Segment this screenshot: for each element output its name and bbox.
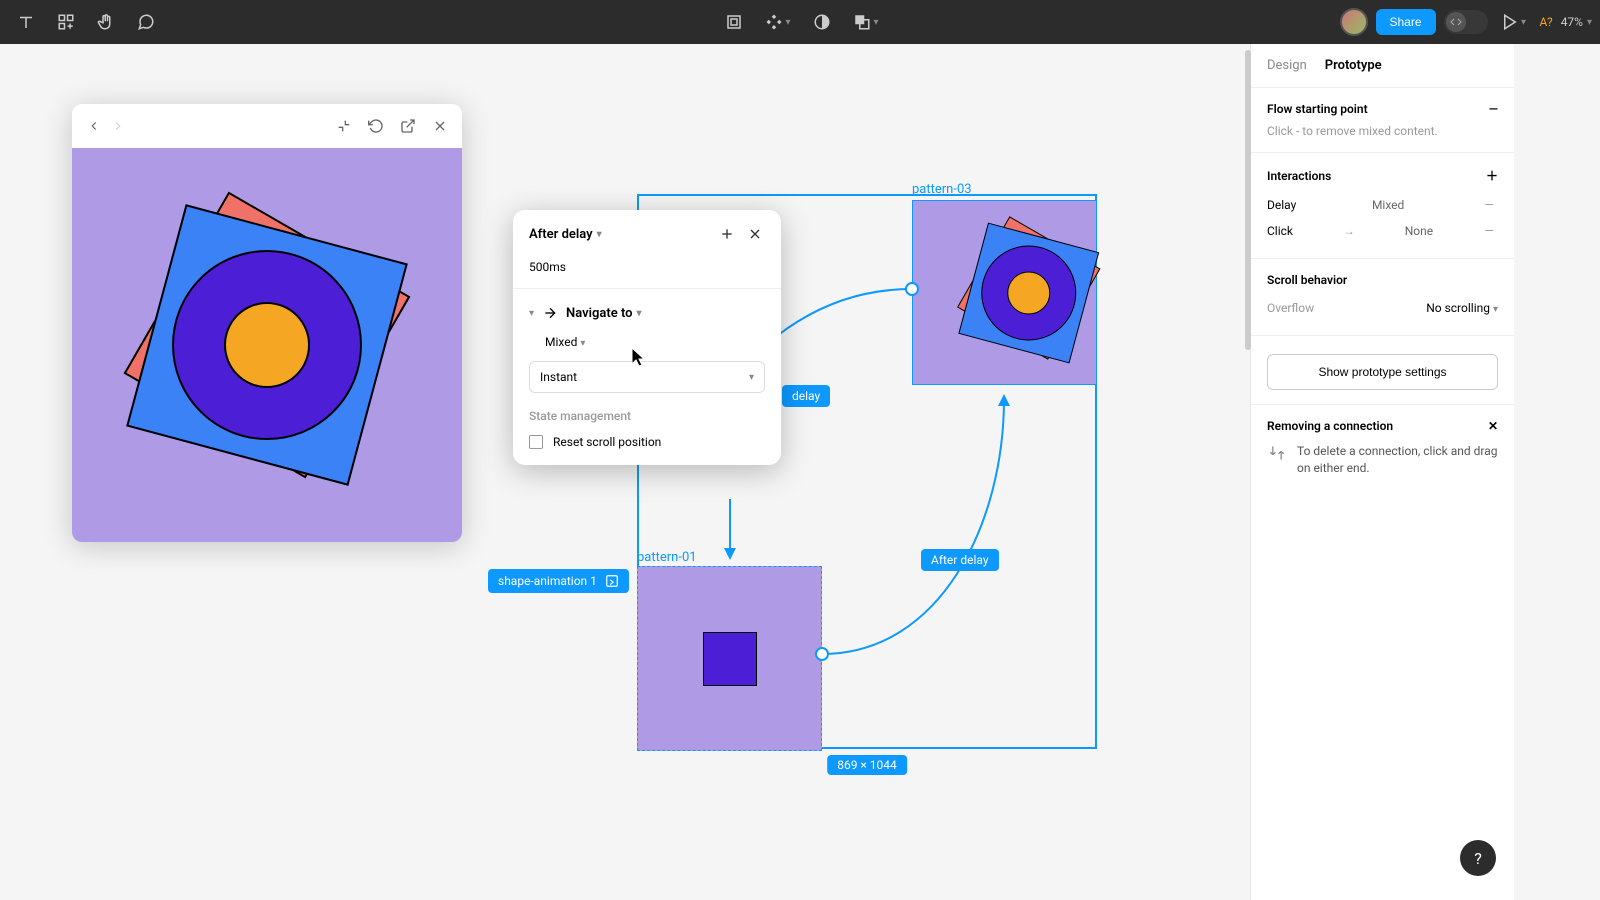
frame-label-pattern03[interactable]: pattern-03 — [912, 182, 972, 197]
popover-trigger-dropdown[interactable]: After delay▾ — [529, 227, 709, 242]
frame-pattern01[interactable] — [637, 566, 822, 751]
interaction-row-click[interactable]: Click → None — — [1267, 218, 1498, 244]
frame-pattern03[interactable] — [912, 200, 1097, 385]
resources-tool[interactable] — [48, 4, 84, 40]
overflow-dropdown[interactable]: No scrolling ▾ — [1426, 301, 1498, 315]
pattern01-square — [703, 632, 757, 686]
add-interaction-icon[interactable]: ＋ — [1486, 167, 1498, 184]
preview-close-icon[interactable] — [430, 116, 450, 136]
destination-dropdown[interactable]: Mixed ▾ — [513, 329, 781, 355]
navigate-icon — [542, 305, 558, 321]
preview-open-icon[interactable] — [398, 116, 418, 136]
interaction-details-popover: After delay▾ 500ms ▾ Navigate to▾ Mixed … — [513, 210, 781, 465]
scroll-behavior-header: Scroll behavior — [1267, 273, 1347, 287]
action-dropdown[interactable]: Navigate to▾ — [566, 306, 642, 321]
tip-title: Removing a connection — [1267, 419, 1393, 433]
flow-header: Flow starting point — [1267, 102, 1368, 116]
reset-scroll-checkbox[interactable] — [529, 435, 543, 449]
tip-text: To delete a connection, click and drag o… — [1297, 443, 1498, 477]
zoom-control[interactable]: 47%▾ — [1561, 15, 1592, 29]
frame-tool[interactable] — [716, 4, 752, 40]
component-tool[interactable]: ▾ — [760, 4, 796, 40]
remove-flow-icon[interactable]: — — [1489, 102, 1498, 116]
flow-hint: Click - to remove mixed content. — [1267, 124, 1498, 138]
user-avatar[interactable] — [1340, 8, 1368, 36]
comment-tool[interactable] — [128, 4, 164, 40]
animation-dropdown[interactable]: Instant ▾ — [529, 361, 765, 393]
delay-value-input[interactable]: 500ms — [513, 254, 781, 280]
panel-scrollbar[interactable] — [1245, 50, 1251, 350]
top-toolbar: ▾ ▾ Share ▾ A? 47%▾ — [0, 0, 1600, 44]
devmode-toggle[interactable] — [1444, 10, 1488, 34]
pattern03-artwork — [959, 223, 1051, 363]
tip-gesture-icon — [1267, 443, 1287, 463]
tip-close-icon[interactable]: ✕ — [1488, 419, 1498, 433]
interactions-header: Interactions — [1267, 169, 1331, 183]
text-tool[interactable] — [8, 4, 44, 40]
missing-fonts-badge[interactable]: A? — [1540, 15, 1553, 29]
connection-label-delay[interactable]: delay — [782, 385, 830, 407]
hand-tool[interactable] — [88, 4, 124, 40]
properties-panel: Design Prototype Flow starting point — C… — [1250, 44, 1514, 900]
frame-label-pattern01[interactable]: pattern-01 — [637, 550, 697, 565]
selection-dimensions: 869 × 1044 — [827, 755, 907, 775]
preview-restart-icon[interactable] — [366, 116, 386, 136]
boolean-tool[interactable]: ▾ — [848, 4, 884, 40]
help-button[interactable]: ? — [1460, 840, 1496, 876]
preview-artwork — [127, 205, 407, 485]
connection-label-after-delay[interactable]: After delay — [921, 549, 999, 571]
collapse-icon[interactable]: ▾ — [529, 308, 534, 319]
popover-add-icon[interactable] — [717, 224, 737, 244]
state-management-header: State management — [513, 399, 781, 427]
popover-close-icon[interactable] — [745, 224, 765, 244]
present-button[interactable]: ▾ — [1496, 4, 1532, 40]
share-button[interactable]: Share — [1376, 9, 1436, 35]
preview-forward-icon[interactable] — [108, 116, 128, 136]
prototype-preview-window — [72, 104, 462, 542]
interaction-row-delay[interactable]: Delay Mixed — — [1267, 192, 1498, 218]
tab-design[interactable]: Design — [1267, 58, 1307, 73]
prototype-settings-button[interactable]: Show prototype settings — [1267, 354, 1498, 390]
arrow-icon: → — [1340, 224, 1358, 238]
reset-scroll-label: Reset scroll position — [553, 435, 661, 449]
tab-prototype[interactable]: Prototype — [1325, 58, 1382, 73]
preview-viewport — [72, 148, 462, 542]
shape-animation-label[interactable]: shape-animation 1 — [488, 569, 629, 593]
preview-options-icon[interactable] — [334, 116, 354, 136]
overflow-label: Overflow — [1267, 301, 1314, 315]
preview-back-icon[interactable] — [84, 116, 104, 136]
mask-tool[interactable] — [804, 4, 840, 40]
